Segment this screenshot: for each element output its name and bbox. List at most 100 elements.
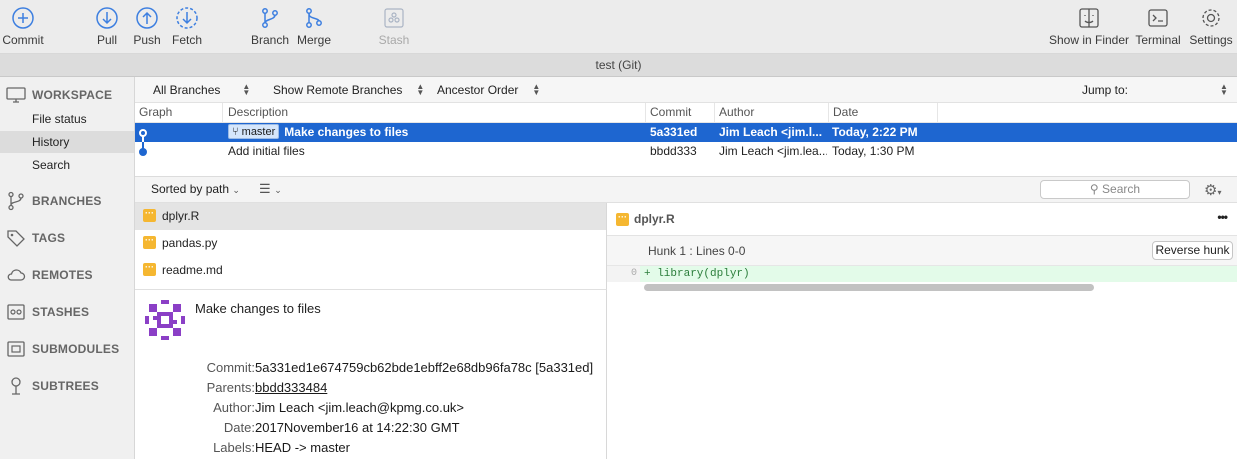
parent-commit-link[interactable]: bbdd333484 <box>255 378 327 398</box>
remote-branches-select[interactable]: Show Remote Branches ▲ ▼ <box>273 77 424 103</box>
branch-filter-label: All Branches <box>153 83 221 97</box>
commit-row[interactable]: ⑂ master Make changes to files 5a331ed Ji… <box>135 123 1237 151</box>
subtree-icon <box>11 377 21 395</box>
tag-icon <box>7 230 25 247</box>
settings-button[interactable]: Settings <box>1187 6 1235 47</box>
file-name: dplyr.R <box>162 209 200 223</box>
jump-to-label: Jump to: <box>1082 83 1129 97</box>
chevron-updown-icon: ▲ ▼ <box>532 82 541 97</box>
hunk-title: Hunk 1 : Lines 0-0 <box>648 244 746 258</box>
search-placeholder: Search <box>1102 182 1141 196</box>
arrow-down-circle-icon <box>96 7 118 29</box>
arrow-up-circle-icon <box>136 7 158 29</box>
detail-author-row: Author: Jim Leach <jim.leach@kpmg.co.uk> <box>135 398 607 418</box>
modified-file-icon: ··· <box>143 209 156 222</box>
more-options-button[interactable]: ••• <box>1217 210 1228 224</box>
merge-button[interactable]: Merge <box>296 6 332 47</box>
sidebar-section-tags[interactable]: TAGS <box>6 227 131 249</box>
commit-label: Commit <box>2 33 44 47</box>
list-item[interactable]: ··· readme.md <box>135 257 606 284</box>
sidebar-section-workspace[interactable]: WORKSPACE <box>6 84 131 106</box>
sidebar-section-branches[interactable]: BRANCHES <box>6 190 131 212</box>
sort-select[interactable]: Sorted by path ⌄ <box>151 182 240 196</box>
finder-icon <box>1079 8 1099 28</box>
sidebar-section-label: SUBMODULES <box>32 342 120 356</box>
column-author[interactable]: Author <box>715 103 829 123</box>
diff-file-name: dplyr.R <box>634 212 675 226</box>
fetch-button[interactable]: Fetch <box>171 6 203 47</box>
commit-button[interactable]: Commit <box>2 6 44 47</box>
branch-filter-select[interactable]: All Branches ▲ ▼ <box>153 77 250 103</box>
sidebar-section-label: BRANCHES <box>32 194 102 208</box>
column-date[interactable]: Date <box>829 103 938 123</box>
terminal-button[interactable]: Terminal <box>1134 6 1182 47</box>
chevron-updown-icon: ▲ ▼ <box>416 82 425 97</box>
branch-icon: ⑂ <box>232 126 242 138</box>
detail-label: Labels: <box>213 440 255 455</box>
remote-branches-label: Show Remote Branches <box>273 83 403 97</box>
chevron-down-icon: ⌄ <box>274 185 282 195</box>
detail-label: Date: <box>223 420 255 435</box>
commit-row[interactable]: Add initial files bbdd333 Jim Leach <jim… <box>135 142 1237 161</box>
reverse-hunk-button[interactable]: Reverse hunk <box>1152 241 1233 260</box>
branch-tag-master[interactable]: ⑂ master <box>228 124 280 139</box>
show-in-finder-label: Show in Finder <box>1048 33 1130 47</box>
chevron-down-icon: ▾ <box>1217 188 1222 197</box>
sidebar-item-file-status[interactable]: File status <box>0 108 134 130</box>
commit-author: Jim Leach <jim.l... <box>719 125 823 139</box>
detail-date-row: Date: 2017November16 at 14:22:30 GMT <box>135 418 607 438</box>
commit-details: Make changes to files Commit: 5a331ed1e6… <box>135 289 607 459</box>
list-item[interactable]: ··· dplyr.R <box>135 203 606 230</box>
horizontal-scrollbar[interactable] <box>644 284 1094 291</box>
file-options-button[interactable]: ⚙▾ <box>1204 181 1221 199</box>
branch-icon <box>8 191 24 211</box>
commit-description: Add initial files <box>228 144 305 158</box>
modified-file-icon: ··· <box>143 236 156 249</box>
branch-label: Branch <box>250 33 290 47</box>
sidebar-item-search[interactable]: Search <box>0 154 134 176</box>
sidebar-section-submodules[interactable]: SUBMODULES <box>6 338 131 360</box>
jump-to-select[interactable]: ▲ ▼ <box>1220 77 1228 103</box>
list-icon: ☰ <box>259 181 271 196</box>
push-button[interactable]: Push <box>133 6 161 47</box>
push-label: Push <box>133 33 161 47</box>
list-item[interactable]: ··· pandas.py <box>135 230 606 257</box>
stash-button[interactable]: Stash <box>376 6 412 47</box>
sidebar-section-subtrees[interactable]: SUBTREES <box>6 375 131 397</box>
settings-label: Settings <box>1189 33 1233 47</box>
branch-tag-label: master <box>241 126 276 138</box>
commit-date: Today, 1:30 PM <box>832 144 915 158</box>
sidebar-item-history[interactable]: History <box>0 131 134 153</box>
list-view-select[interactable]: ☰ ⌄ <box>259 181 282 197</box>
order-select[interactable]: Ancestor Order ▲ ▼ <box>437 77 540 103</box>
sidebar-section-remotes[interactable]: REMOTES <box>6 264 131 286</box>
sidebar: WORKSPACE File status History Search BRA… <box>0 77 135 459</box>
fetch-icon <box>176 7 198 29</box>
branch-icon <box>262 8 278 28</box>
history-column-headers: Graph Description Commit Author Date <box>135 103 1237 123</box>
show-in-finder-button[interactable]: Show in Finder <box>1048 6 1130 47</box>
column-graph[interactable]: Graph <box>135 103 223 123</box>
file-name: pandas.py <box>162 236 218 250</box>
diff-added-line: 0 + library(dplyr) <box>607 266 1237 282</box>
stash-icon <box>7 304 25 320</box>
line-number: 0 <box>607 266 640 282</box>
submodule-icon <box>7 341 25 357</box>
terminal-icon <box>1148 9 1168 27</box>
branch-button[interactable]: Branch <box>250 6 290 47</box>
chevron-updown-icon: ▲ ▼ <box>1220 82 1228 97</box>
graph-node <box>139 148 147 156</box>
commit-hash: 5a331ed <box>650 125 698 139</box>
column-description[interactable]: Description <box>224 103 646 123</box>
stash-icon <box>384 8 404 28</box>
sidebar-section-stashes[interactable]: STASHES <box>6 301 131 323</box>
gear-icon <box>1202 9 1220 27</box>
commit-hash: bbdd333 <box>650 144 697 158</box>
pull-button[interactable]: Pull <box>94 6 120 47</box>
merge-label: Merge <box>296 33 331 47</box>
detail-parents-row: Parents: bbdd333484 <box>135 378 607 398</box>
file-search-input[interactable]: ⚲ Search <box>1040 180 1190 199</box>
column-commit[interactable]: Commit <box>646 103 715 123</box>
search-icon: ⚲ <box>1089 182 1103 196</box>
diff-header: ··· dplyr.R ••• <box>607 203 1237 236</box>
